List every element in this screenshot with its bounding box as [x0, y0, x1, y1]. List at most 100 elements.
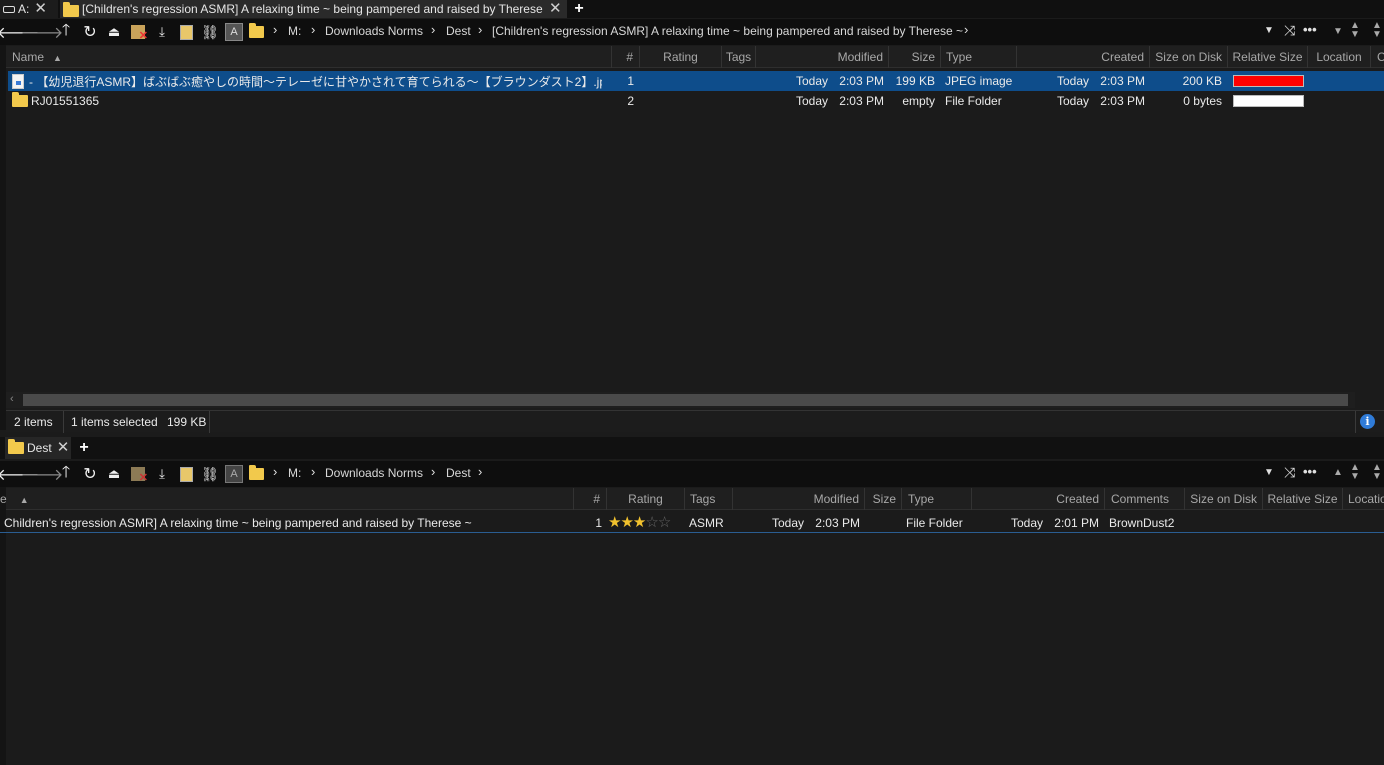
breadcrumb-dest[interactable]: Dest	[446, 24, 471, 38]
star-empty-icon[interactable]: ☆	[658, 514, 671, 531]
column-size[interactable]: Size	[865, 488, 902, 510]
chevron-right-icon[interactable]: ›	[273, 464, 277, 479]
chevron-right-icon[interactable]: ›	[478, 22, 482, 37]
selection-count: 1 items selected	[71, 415, 158, 429]
download-icon[interactable]: ⤓	[153, 465, 171, 483]
close-icon[interactable]: ✕	[34, 1, 47, 16]
dropdown-icon[interactable]: ▼	[1264, 467, 1274, 478]
options-icon[interactable]: ▲ ▼	[1372, 21, 1382, 40]
star-filled-icon[interactable]: ★	[608, 514, 621, 531]
more-icon[interactable]: •••	[1303, 464, 1317, 479]
close-icon[interactable]: ✕	[549, 1, 562, 16]
options-icon[interactable]: ▲ ▼	[1372, 463, 1382, 482]
breadcrumb-m[interactable]: M:	[288, 24, 301, 38]
column-name[interactable]: Name ▲	[12, 46, 612, 68]
column-name[interactable]: e ▲	[0, 488, 574, 510]
breadcrumb-dest[interactable]: Dest	[446, 466, 471, 480]
rating-cell[interactable]: ★★★☆☆	[608, 513, 686, 533]
breadcrumb-m[interactable]: M:	[288, 466, 301, 480]
name-cell[interactable]: Children's regression ASMR] A relaxing t…	[4, 513, 574, 533]
breadcrumb-current[interactable]: [Children's regression ASMR] A relaxing …	[492, 24, 963, 38]
refresh-icon[interactable]: ↻	[81, 23, 99, 41]
shuffle-icon[interactable]: ⤨	[1284, 464, 1295, 481]
selection-size: 199 KB	[167, 415, 207, 429]
collapse-icon[interactable]: ▲ ▼	[1350, 21, 1360, 40]
close-icon[interactable]: ✕	[57, 440, 70, 455]
refresh-icon[interactable]: ↻	[81, 465, 99, 483]
scrollbar-thumb[interactable]	[23, 394, 1348, 406]
delete-icon[interactable]: ✕	[129, 23, 148, 42]
star-filled-icon[interactable]: ★	[633, 514, 646, 531]
chevron-right-icon[interactable]: ›	[311, 22, 315, 37]
column-c[interactable]: C	[1371, 46, 1384, 68]
column-number[interactable]: #	[606, 46, 640, 68]
name-cell[interactable]: RJ01551365	[12, 91, 602, 111]
table-row[interactable]: Children's regression ASMR] A relaxing t…	[0, 513, 1384, 533]
column-created[interactable]: Created	[1017, 46, 1150, 68]
filter-icon[interactable]: ▼	[1333, 26, 1343, 37]
more-icon[interactable]: •••	[1303, 22, 1317, 37]
chevron-right-icon[interactable]: ›	[273, 22, 277, 37]
column-modified[interactable]: Modified	[756, 46, 889, 68]
chevron-right-icon[interactable]: ›	[431, 22, 435, 37]
upload-icon[interactable]: ⏏	[105, 23, 123, 41]
column-relative-size[interactable]: Relative Size	[1263, 488, 1343, 510]
new-tab-button[interactable]: +	[75, 439, 93, 457]
star-empty-icon[interactable]: ☆	[645, 514, 658, 531]
number-cell: 2	[627, 94, 634, 108]
column-number[interactable]: #	[574, 488, 607, 510]
column-tags[interactable]: Tags	[685, 488, 733, 510]
column-tags[interactable]: Tags	[722, 46, 756, 68]
clipboard-icon[interactable]	[177, 23, 195, 41]
breadcrumb-downloads-norms[interactable]: Downloads Norms	[325, 24, 423, 38]
column-rating[interactable]: Rating	[640, 46, 722, 68]
table-row[interactable]: - 【幼児退行ASMR】ばぶばぶ癒やしの時間～テレーゼに甘やかされて育てられる～…	[8, 71, 1384, 91]
column-modified[interactable]: Modified	[733, 488, 865, 510]
size-cell: 199 KB	[895, 74, 935, 88]
name-cell[interactable]: - 【幼児退行ASMR】ばぶばぶ癒やしの時間～テレーゼに甘やかされて育てられる～…	[12, 71, 602, 91]
chevron-right-icon[interactable]: ›	[478, 464, 482, 479]
tab-dest[interactable]: Dest ✕	[5, 437, 71, 459]
drive-letter-button[interactable]: A	[225, 23, 243, 41]
breadcrumb-downloads-norms[interactable]: Downloads Norms	[325, 466, 423, 480]
collapse-icon[interactable]: ▲ ▼	[1350, 463, 1360, 482]
column-location[interactable]: Locatio	[1343, 488, 1384, 510]
column-created[interactable]: Created	[972, 488, 1105, 510]
dropdown-icon[interactable]: ▼	[1264, 25, 1274, 36]
chevron-right-icon[interactable]: ›	[311, 464, 315, 479]
type-cell: JPEG image	[945, 74, 1013, 88]
tags-cell: ASMR	[689, 516, 724, 530]
column-size-on-disk[interactable]: Size on Disk	[1185, 488, 1263, 510]
shuffle-icon[interactable]: ⤨	[1284, 22, 1295, 39]
column-type[interactable]: Type	[941, 46, 1017, 68]
table-row[interactable]: RJ01551365 2 Today 2:03 PM empty File Fo…	[8, 91, 1384, 111]
forward-icon[interactable]: 🡒	[21, 465, 64, 484]
scroll-left-icon[interactable]: ‹	[10, 393, 14, 405]
delete-icon[interactable]: ✕	[129, 465, 148, 484]
tab-a-drive[interactable]: A: ✕	[0, 0, 58, 18]
column-relative-size[interactable]: Relative Size	[1228, 46, 1308, 68]
new-tab-button[interactable]: +	[570, 0, 588, 18]
column-comments[interactable]: Comments	[1105, 488, 1185, 510]
star-filled-icon[interactable]: ★	[620, 514, 633, 531]
upload-icon[interactable]: ⏏	[105, 465, 123, 483]
clipboard-icon[interactable]	[177, 465, 195, 483]
chevron-right-icon[interactable]: ›	[964, 22, 968, 37]
column-rating[interactable]: Rating	[607, 488, 685, 510]
forward-icon[interactable]: 🡒	[21, 23, 64, 42]
column-size[interactable]: Size	[889, 46, 941, 68]
column-size-on-disk[interactable]: Size on Disk	[1150, 46, 1228, 68]
link-icon[interactable]: ⛓	[201, 465, 219, 483]
column-type[interactable]: Type	[902, 488, 972, 510]
tab-current-folder[interactable]: [Children's regression ASMR] A relaxing …	[60, 0, 567, 18]
up-icon[interactable]: 🡑	[57, 22, 75, 41]
drive-letter-button[interactable]: A	[225, 465, 243, 483]
chevron-right-icon[interactable]: ›	[431, 464, 435, 479]
link-icon[interactable]: ⛓	[201, 23, 219, 41]
up-icon[interactable]: 🡑	[57, 464, 75, 483]
horizontal-scrollbar[interactable]: ‹	[6, 392, 1355, 408]
column-location[interactable]: Location	[1308, 46, 1371, 68]
info-icon[interactable]: i	[1360, 414, 1375, 429]
download-icon[interactable]: ⤓	[153, 23, 171, 41]
filter-icon[interactable]: ▲	[1333, 467, 1343, 478]
